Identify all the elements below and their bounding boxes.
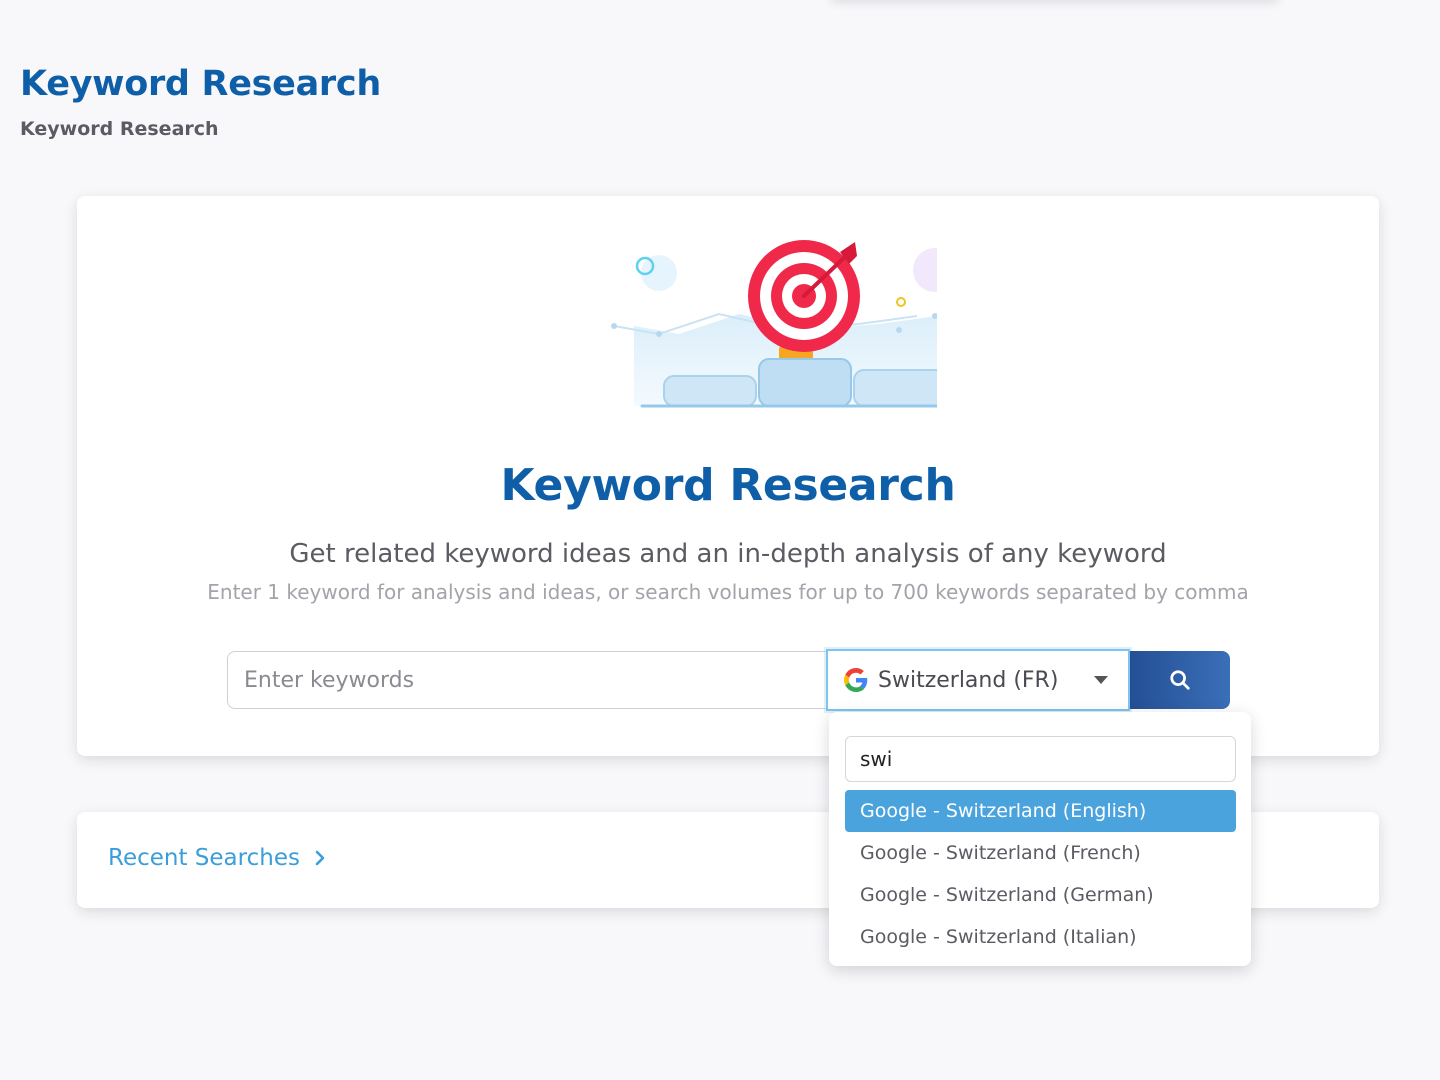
recent-searches-link[interactable]: Recent Searches	[108, 845, 328, 871]
caret-down-icon	[1094, 676, 1108, 684]
recent-searches-label: Recent Searches	[108, 845, 300, 871]
country-select-value: Switzerland (FR)	[878, 667, 1059, 693]
hero-subtitle: Get related keyword ideas and an in-dept…	[289, 539, 1167, 569]
country-option-switzerland-french[interactable]: Google - Switzerland (French)	[845, 832, 1236, 874]
search-icon	[1170, 670, 1190, 690]
keyword-input[interactable]	[227, 651, 827, 709]
country-select[interactable]: Switzerland (FR)	[826, 649, 1130, 711]
page-title: Keyword Research	[20, 64, 381, 104]
keyword-research-card: Keyword Research Get related keyword ide…	[77, 196, 1379, 756]
country-filter-input[interactable]	[845, 736, 1236, 782]
chevron-right-icon	[315, 850, 325, 866]
google-icon	[844, 668, 868, 692]
country-options-list: Google - Switzerland (English) Google - …	[845, 790, 1236, 958]
country-option-switzerland-german[interactable]: Google - Switzerland (German)	[845, 874, 1236, 916]
hero-helper-text: Enter 1 keyword for analysis and ideas, …	[207, 580, 1249, 604]
breadcrumb: Keyword Research	[20, 118, 219, 140]
country-option-switzerland-italian[interactable]: Google - Switzerland (Italian)	[845, 916, 1236, 958]
target-illustration	[611, 240, 937, 408]
search-button[interactable]	[1130, 651, 1230, 709]
country-option-switzerland-english[interactable]: Google - Switzerland (English)	[845, 790, 1236, 832]
hero-title: Keyword Research	[500, 460, 956, 511]
country-dropdown-panel: Google - Switzerland (English) Google - …	[829, 712, 1251, 966]
